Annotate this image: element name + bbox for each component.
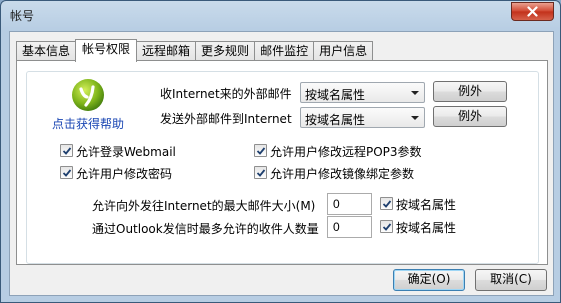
- checkmark-icon: [62, 147, 72, 155]
- tab-strip: 基本信息 帐号权限 远程邮箱 更多规则 邮件监控 用户信息: [16, 39, 374, 62]
- webmail-label: 允许登录Webmail: [76, 145, 176, 159]
- close-button[interactable]: [511, 2, 554, 21]
- password-checkbox[interactable]: [60, 166, 73, 179]
- title-bar[interactable]: 帐号: [1, 1, 560, 31]
- pop3-checkbox[interactable]: [254, 144, 267, 157]
- checkmark-icon: [62, 169, 72, 177]
- max-size-domain-checkbox[interactable]: [380, 197, 393, 210]
- tab-basic-info[interactable]: 基本信息: [16, 41, 77, 61]
- chevron-down-icon: [411, 91, 419, 95]
- tab-user-info[interactable]: 用户信息: [313, 41, 374, 61]
- account-dialog: 帐号 基本信息 帐号权限 远程邮箱 更多规则 邮件监控 用户信息 点击获得帮助 …: [0, 0, 561, 303]
- checkmark-icon: [256, 147, 266, 155]
- webmail-checkbox[interactable]: [60, 144, 73, 157]
- tab-remote-mailbox[interactable]: 远程邮箱: [136, 41, 197, 61]
- max-recipients-label: 通过Outlook发信时最多允许的收件人数量: [92, 222, 319, 236]
- send-exception-button[interactable]: 例外: [433, 106, 507, 127]
- send-select[interactable]: 按域名属性: [300, 107, 425, 128]
- max-size-domain-label: 按域名属性: [396, 198, 457, 212]
- receive-select[interactable]: 按域名属性: [300, 82, 425, 103]
- receive-label: 收Internet来的外部邮件: [160, 87, 292, 101]
- send-label: 发送外部邮件到Internet: [160, 112, 292, 126]
- help-link[interactable]: 点击获得帮助: [52, 115, 124, 132]
- ok-button[interactable]: 确定(O): [393, 269, 465, 291]
- password-label: 允许用户修改密码: [76, 167, 173, 181]
- max-recipients-domain-checkbox[interactable]: [380, 220, 393, 233]
- dialog-body: 基本信息 帐号权限 远程邮箱 更多规则 邮件监控 用户信息 点击获得帮助 收In…: [9, 31, 554, 296]
- tab-account-permissions[interactable]: 帐号权限: [75, 39, 138, 62]
- help-logo-icon[interactable]: [71, 78, 105, 112]
- checkmark-icon: [256, 169, 266, 177]
- tab-mail-monitor[interactable]: 邮件监控: [254, 41, 315, 61]
- window-title: 帐号: [10, 9, 35, 23]
- pop3-label: 允许用户修改远程POP3参数: [270, 145, 422, 159]
- mirror-label: 允许用户修改镜像绑定参数: [270, 167, 415, 181]
- checkmark-icon: [382, 200, 392, 208]
- cancel-button[interactable]: 取消(C): [475, 269, 547, 291]
- max-size-label: 允许向外发往Internet的最大邮件大小(M): [92, 199, 316, 213]
- chevron-down-icon: [411, 116, 419, 120]
- receive-select-value: 按域名属性: [305, 88, 366, 102]
- max-recipients-input[interactable]: [327, 216, 372, 238]
- max-recipients-domain-label: 按域名属性: [396, 221, 457, 235]
- max-size-input[interactable]: [327, 193, 372, 215]
- close-icon: [527, 6, 538, 17]
- tab-more-rules[interactable]: 更多规则: [195, 41, 256, 61]
- send-select-value: 按域名属性: [305, 113, 366, 127]
- receive-exception-button[interactable]: 例外: [433, 81, 507, 102]
- mirror-checkbox[interactable]: [254, 166, 267, 179]
- checkmark-icon: [382, 223, 392, 231]
